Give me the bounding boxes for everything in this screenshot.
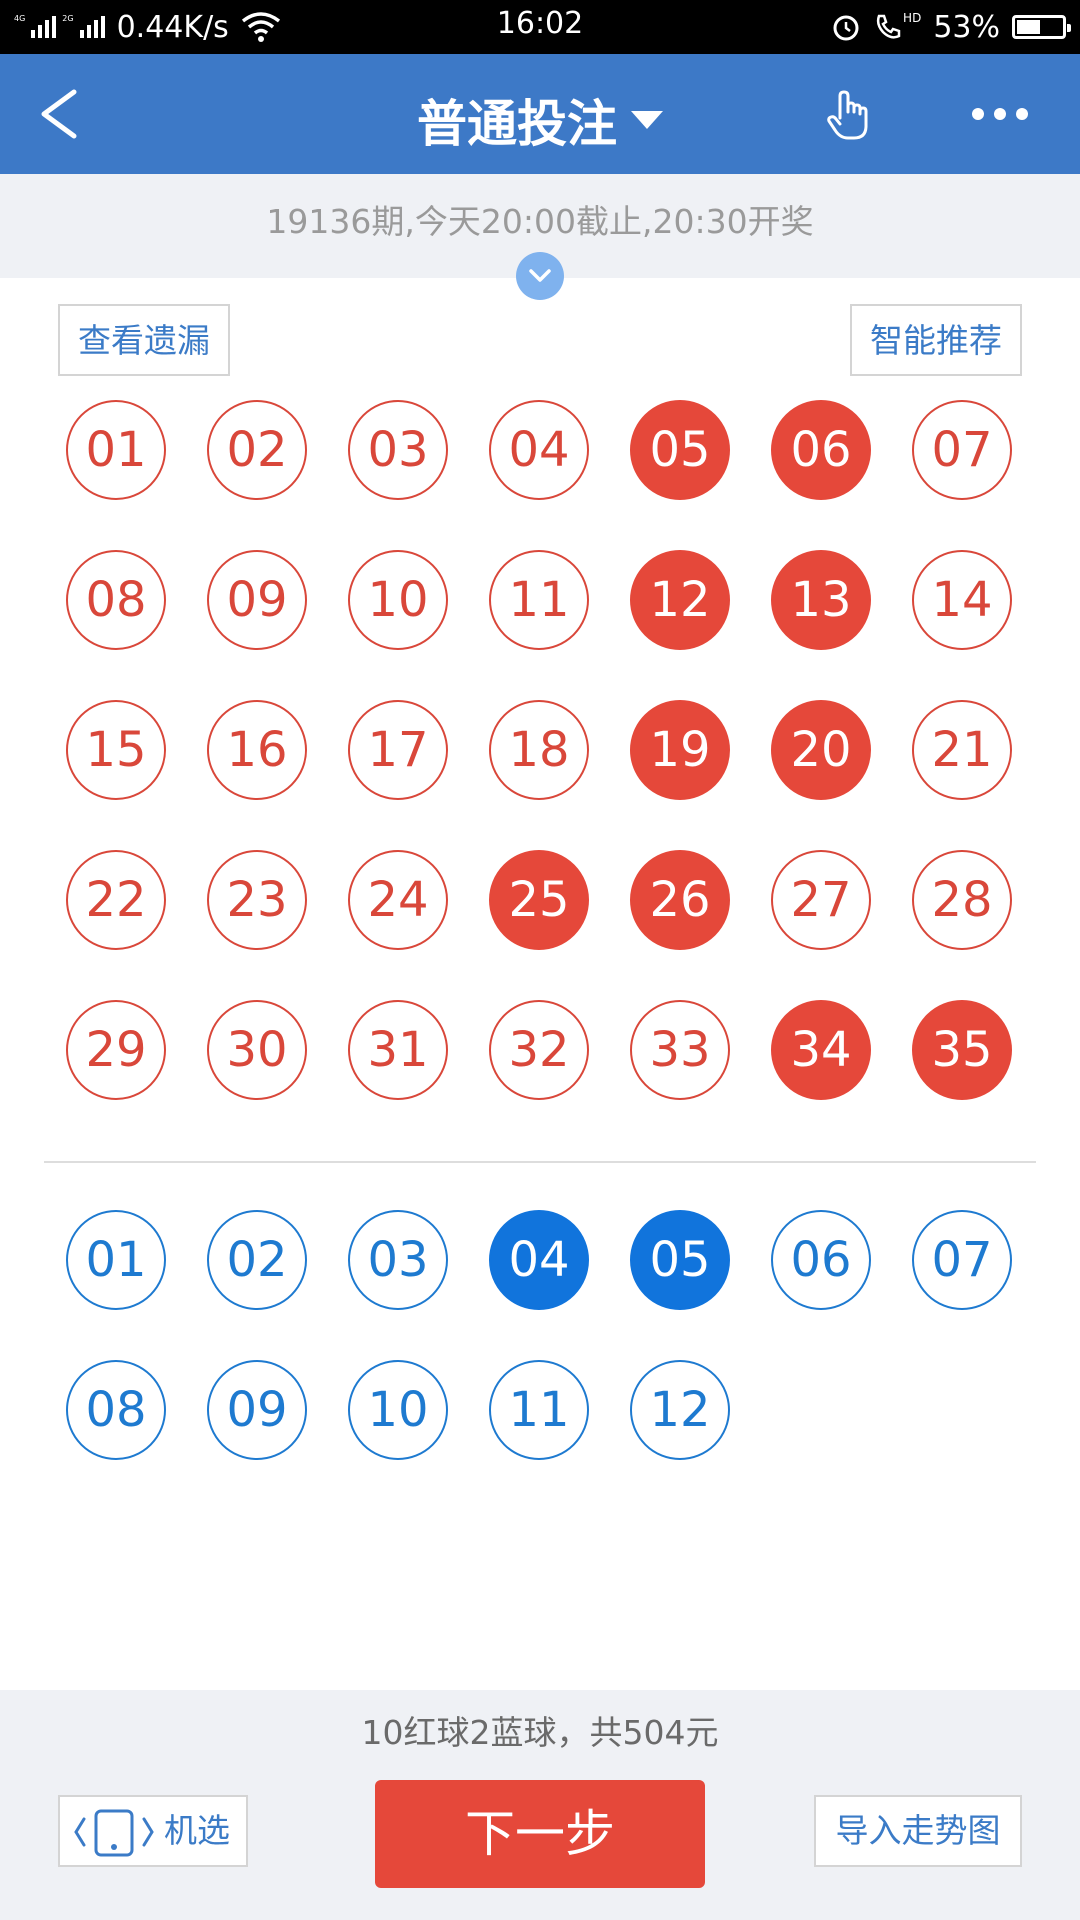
red-ball-22[interactable]: 22 <box>66 850 166 950</box>
status-bar: 4G 2G 0.44K/s 16:02 HD 53% <box>0 0 1080 54</box>
call-icon <box>876 14 901 39</box>
bet-summary: 10红球2蓝球，共504元 <box>361 1713 719 1752</box>
red-ball-26[interactable]: 26 <box>630 850 730 950</box>
red-ball-09[interactable]: 09 <box>207 550 307 650</box>
import-trend-button[interactable]: 导入走势图 <box>814 1795 1022 1867</box>
more-icon[interactable] <box>970 102 1030 126</box>
red-ball-03[interactable]: 03 <box>348 400 448 500</box>
red-ball-10[interactable]: 10 <box>348 550 448 650</box>
red-ball-11[interactable]: 11 <box>489 550 589 650</box>
alarm-icon <box>833 15 859 41</box>
red-ball-02[interactable]: 02 <box>207 400 307 500</box>
phone-shake-icon <box>74 1809 154 1857</box>
blue-ball-03[interactable]: 03 <box>348 1210 448 1310</box>
red-ball-01[interactable]: 01 <box>66 400 166 500</box>
red-ball-06[interactable]: 06 <box>771 400 871 500</box>
red-ball-17[interactable]: 17 <box>348 700 448 800</box>
red-ball-20[interactable]: 20 <box>771 700 871 800</box>
red-ball-33[interactable]: 33 <box>630 1000 730 1100</box>
machine-pick-button[interactable]: 机选 <box>58 1795 248 1867</box>
red-ball-29[interactable]: 29 <box>66 1000 166 1100</box>
red-ball-05[interactable]: 05 <box>630 400 730 500</box>
machine-pick-label: 机选 <box>164 1811 230 1850</box>
red-ball-25[interactable]: 25 <box>489 850 589 950</box>
blue-ball-08[interactable]: 08 <box>66 1360 166 1460</box>
red-ball-24[interactable]: 24 <box>348 850 448 950</box>
red-ball-12[interactable]: 12 <box>630 550 730 650</box>
red-ball-30[interactable]: 30 <box>207 1000 307 1100</box>
red-ball-13[interactable]: 13 <box>771 550 871 650</box>
bet-type-selector[interactable]: 普通投注 <box>0 84 1080 156</box>
red-ball-14[interactable]: 14 <box>912 550 1012 650</box>
red-ball-15[interactable]: 15 <box>66 700 166 800</box>
red-ball-18[interactable]: 18 <box>489 700 589 800</box>
app-bar: 普通投注 <box>0 54 1080 174</box>
blue-ball-10[interactable]: 10 <box>348 1360 448 1460</box>
red-ball-35[interactable]: 35 <box>912 1000 1012 1100</box>
red-ball-16[interactable]: 16 <box>207 700 307 800</box>
hand-pointer-icon[interactable] <box>822 88 876 142</box>
red-ball-27[interactable]: 27 <box>771 850 871 950</box>
dropdown-caret-icon <box>631 111 663 129</box>
smart-recommend-button[interactable]: 智能推荐 <box>850 304 1022 376</box>
red-ball-07[interactable]: 07 <box>912 400 1012 500</box>
battery-percent: 53% <box>933 9 1000 45</box>
battery-icon <box>1012 15 1071 39</box>
expand-chevron-icon[interactable] <box>516 252 564 300</box>
red-ball-08[interactable]: 08 <box>66 550 166 650</box>
red-ball-04[interactable]: 04 <box>489 400 589 500</box>
view-missing-button[interactable]: 查看遗漏 <box>58 304 230 376</box>
blue-ball-09[interactable]: 09 <box>207 1360 307 1460</box>
divider <box>44 1161 1036 1163</box>
blue-ball-06[interactable]: 06 <box>771 1210 871 1310</box>
blue-ball-11[interactable]: 11 <box>489 1360 589 1460</box>
blue-ball-07[interactable]: 07 <box>912 1210 1012 1310</box>
red-ball-34[interactable]: 34 <box>771 1000 871 1100</box>
red-ball-19[interactable]: 19 <box>630 700 730 800</box>
red-ball-21[interactable]: 21 <box>912 700 1012 800</box>
hd-label: HD <box>903 11 922 25</box>
blue-ball-04[interactable]: 04 <box>489 1210 589 1310</box>
red-ball-23[interactable]: 23 <box>207 850 307 950</box>
blue-ball-01[interactable]: 01 <box>66 1210 166 1310</box>
blue-ball-02[interactable]: 02 <box>207 1210 307 1310</box>
blue-ball-05[interactable]: 05 <box>630 1210 730 1310</box>
red-ball-28[interactable]: 28 <box>912 850 1012 950</box>
next-step-button[interactable]: 下一步 <box>375 1780 705 1888</box>
page-title: 普通投注 <box>417 95 617 153</box>
red-ball-32[interactable]: 32 <box>489 1000 589 1100</box>
blue-ball-12[interactable]: 12 <box>630 1360 730 1460</box>
red-ball-31[interactable]: 31 <box>348 1000 448 1100</box>
